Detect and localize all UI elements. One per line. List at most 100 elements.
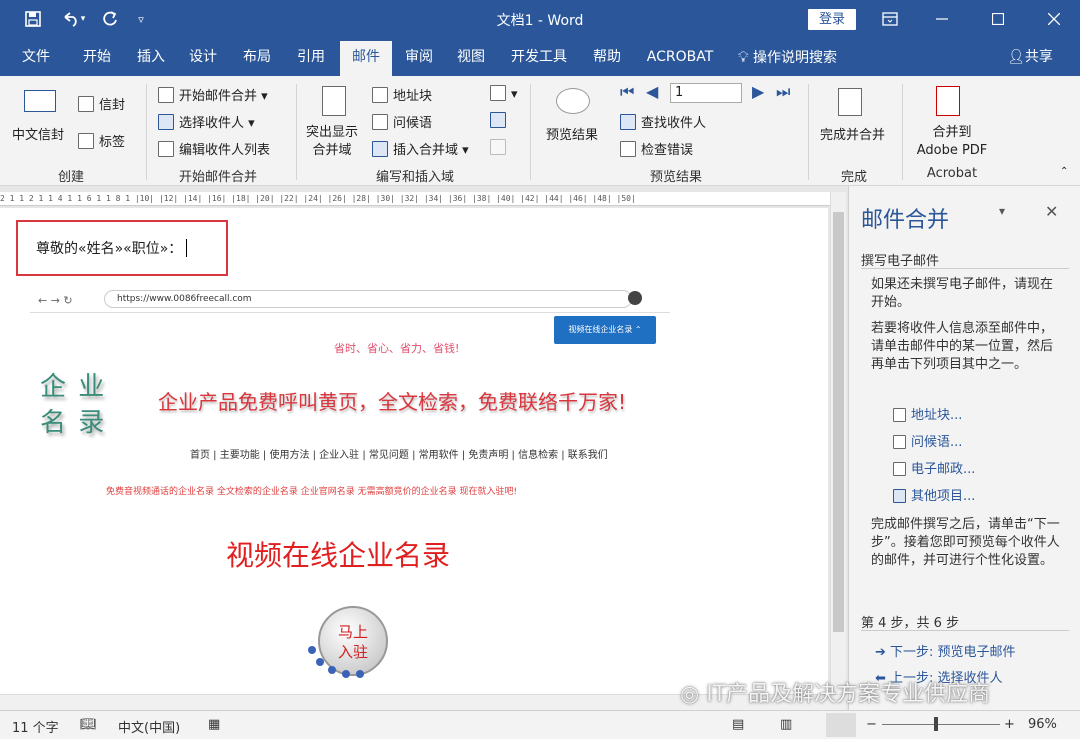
zoom-in-icon[interactable]: + <box>1004 717 1015 732</box>
document-icon <box>158 87 174 103</box>
browser-nav-icons: ← → ↻ <box>38 294 73 307</box>
close-icon[interactable] <box>1030 0 1078 38</box>
rules-button[interactable]: ▾ <box>490 85 518 102</box>
tab-acrobat[interactable]: ACROBAT <box>640 38 720 76</box>
select-recipients-button[interactable]: 选择收件人 ▾ <box>158 112 255 131</box>
scrollbar-thumb[interactable] <box>833 212 844 632</box>
labels-button[interactable]: 标签 <box>78 131 125 150</box>
save-icon[interactable] <box>18 0 48 38</box>
address-block-button[interactable]: 地址块 <box>372 85 432 104</box>
last-record-icon[interactable]: ⏭︎ <box>776 82 790 102</box>
lightbulb-icon: 💡︎ <box>738 48 749 66</box>
tab-layout[interactable]: 布局 <box>234 38 280 76</box>
tab-review[interactable]: 审阅 <box>396 38 442 76</box>
tab-mailings[interactable]: 邮件 <box>340 41 392 76</box>
ribbon-separator <box>902 84 903 180</box>
ribbon-separator <box>808 84 809 180</box>
update-labels-icon <box>490 139 506 155</box>
start-merge-button[interactable]: 开始邮件合并 ▾ <box>158 85 268 104</box>
web-layout-icon[interactable] <box>826 713 856 737</box>
pane-link-greeting[interactable]: 问候语... <box>893 431 962 450</box>
pane-link-electronic-postage[interactable]: 电子邮政... <box>893 458 975 477</box>
print-layout-icon[interactable]: ▥ <box>780 717 792 732</box>
greeting-line-button[interactable]: 问候语 <box>372 112 432 131</box>
redo-icon[interactable] <box>96 0 124 38</box>
pane-text-3: 完成邮件撰写之后，请单击“下一步”。接着您即可预览每个收件人的邮件，并可进行个性… <box>871 517 1060 568</box>
zoom-slider-thumb[interactable] <box>934 717 938 731</box>
address-block-icon <box>893 408 906 422</box>
ribbon: 中文信封 信封 标签 创建 开始邮件合并 ▾ 选择收件人 ▾ 编辑收件人列表 开… <box>0 76 1080 186</box>
pane-text-1: 如果还未撰写电子邮件，请现在开始。 <box>871 277 1054 310</box>
ribbon-display-icon[interactable] <box>866 0 914 38</box>
first-record-icon[interactable]: ⏮︎ <box>620 82 634 102</box>
tab-view[interactable]: 视图 <box>448 38 494 76</box>
preview-results-button[interactable]: 预览结果 <box>546 124 598 143</box>
link-label: 问候语... <box>911 435 963 450</box>
maximize-icon[interactable] <box>974 0 1022 38</box>
previous-record-icon[interactable]: ◀︎ <box>646 82 658 101</box>
word-count[interactable]: 11 个字 <box>12 717 59 736</box>
next-record-icon[interactable]: ▶︎ <box>752 82 764 101</box>
slogan-small: 省时、省心、省力、省钱! <box>334 342 460 355</box>
link-label: 地址块... <box>911 408 963 423</box>
tab-design[interactable]: 设计 <box>180 38 226 76</box>
record-number-input[interactable]: 1 <box>670 83 742 103</box>
salutation-line[interactable]: 尊敬的«姓名»«职位»： <box>36 238 188 258</box>
greeting-icon <box>893 435 906 449</box>
group-write-label: 编写和插入域 <box>375 170 454 185</box>
tab-insert[interactable]: 插入 <box>128 38 174 76</box>
group-acrobat-label: Acrobat <box>926 166 978 181</box>
feature-list: 免费音视频通话的企业名录 全文检索的企业名录 企业官网名录 无需高额竞价的企业名… <box>106 487 518 497</box>
window-title: 文档1 - Word <box>496 13 584 29</box>
zoom-slider[interactable] <box>882 724 1000 725</box>
read-mode-icon[interactable]: ▤ <box>732 717 744 732</box>
share-button[interactable]: 👤︎共享 <box>1000 38 1060 76</box>
language-indicator[interactable]: 中文(中国) <box>118 717 180 736</box>
insert-merge-field-button[interactable]: 插入合并域 ▾ <box>372 139 469 158</box>
proofing-icon[interactable]: 📖︎ <box>80 717 97 732</box>
tab-references[interactable]: 引用 <box>288 38 334 76</box>
tab-help[interactable]: 帮助 <box>584 38 630 76</box>
vertical-scrollbar[interactable] <box>830 192 846 694</box>
envelope-button[interactable]: 信封 <box>78 94 125 113</box>
zoom-level[interactable]: 96% <box>1028 717 1057 732</box>
pane-link-more-items[interactable]: 其他项目... <box>893 485 975 504</box>
check-errors-button[interactable]: 检查错误 <box>620 139 693 158</box>
merge-to-pdf-button[interactable]: 合并到 Adobe PDF <box>912 124 992 160</box>
tell-me-search[interactable]: 💡︎ 操作说明搜索 <box>738 38 868 76</box>
pane-options-icon[interactable]: ▾ <box>999 204 1005 218</box>
highlight-fields-button[interactable]: 突出显示 合并域 <box>306 124 358 160</box>
zoom-out-icon[interactable]: − <box>866 717 877 732</box>
document-page[interactable]: 尊敬的«姓名»«职位»： ← → ↻ https://www.0086freec… <box>0 208 828 694</box>
logo-line1: 企 业 <box>40 372 107 402</box>
chinese-envelope-button[interactable]: 中文信封 <box>12 124 64 143</box>
group-finish-label: 完成 <box>840 170 867 185</box>
login-button[interactable]: 登录 <box>808 9 856 30</box>
check-errors-label: 检查错误 <box>641 143 694 158</box>
update-labels-button[interactable] <box>490 139 511 156</box>
highlight-line2: 合并域 <box>312 143 352 158</box>
customize-icon[interactable]: ▿ <box>130 0 152 38</box>
decorative-dots <box>308 646 364 678</box>
horizontal-ruler[interactable]: 2 1 1 2 1 1 4 1 1 6 1 1 8 1 |10| |12| |1… <box>0 192 830 206</box>
accessibility-icon[interactable]: ▦ <box>208 717 220 732</box>
ribbon-separator <box>296 84 297 180</box>
pane-next-step-link[interactable]: ➔ 下一步: 预览电子邮件 <box>875 641 1016 660</box>
site-nav: 首页 | 主要功能 | 使用方法 | 企业入驻 | 常见问题 | 常用软件 | … <box>190 450 608 461</box>
more-items-icon <box>893 489 906 503</box>
browser-avatar-icon <box>628 291 642 305</box>
tab-developer[interactable]: 开发工具 <box>504 38 574 76</box>
find-icon <box>620 114 636 130</box>
minimize-icon[interactable] <box>918 0 966 38</box>
undo-icon[interactable]: ▾ <box>56 0 90 38</box>
status-bar: 11 个字 📖︎ 中文(中国) ▦ ▤ ▥ − + 96% <box>0 710 1080 739</box>
find-recipient-button[interactable]: 查找收件人 <box>620 112 706 131</box>
tab-home[interactable]: 开始 <box>74 38 120 76</box>
edit-recipient-list-button[interactable]: 编辑收件人列表 <box>158 139 270 158</box>
collapse-ribbon-icon[interactable]: ⌃ <box>1060 166 1068 177</box>
finish-merge-button[interactable]: 完成并合并 <box>820 124 885 143</box>
tab-file[interactable]: 文件 <box>12 38 60 76</box>
match-fields-button[interactable] <box>490 112 511 129</box>
pane-close-icon[interactable]: ✕ <box>1045 202 1058 221</box>
pane-link-address-block[interactable]: 地址块... <box>893 404 962 423</box>
